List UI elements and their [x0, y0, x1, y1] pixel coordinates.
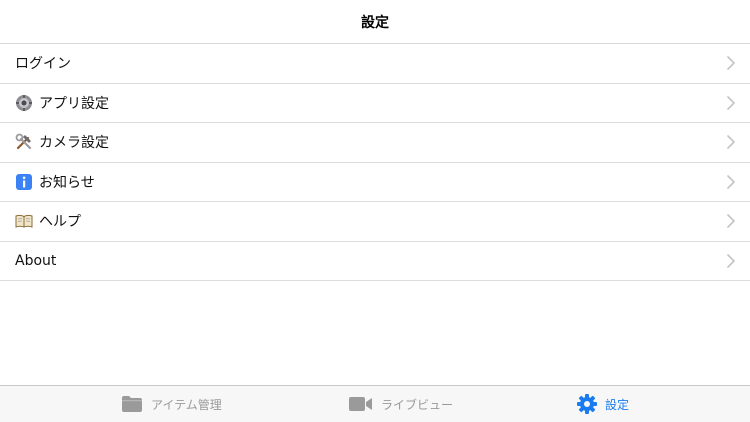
tab-label: 設定: [605, 397, 630, 412]
chevron-right-icon: [727, 214, 735, 229]
page-title: 設定: [361, 14, 389, 31]
gear-emoji-icon: [15, 94, 33, 112]
settings-list: ログイン アプリ設定 カメラ設定 お知らせ ヘルプ About: [0, 44, 750, 281]
settings-screen: 設定 ログイン アプリ設定 カメラ設定 お知らせ ヘルプ About アイテム管…: [0, 0, 750, 422]
settings-row-camera-settings[interactable]: カメラ設定: [0, 123, 750, 163]
gear-icon: [577, 394, 597, 414]
tab-settings[interactable]: 設定: [577, 386, 629, 422]
open-book-icon: [15, 212, 33, 230]
row-label: ログイン: [15, 56, 71, 73]
settings-row-help[interactable]: ヘルプ: [0, 202, 750, 242]
settings-row-notices[interactable]: お知らせ: [0, 163, 750, 202]
chevron-right-icon: [727, 95, 735, 110]
tab-label: アイテム管理: [151, 397, 222, 412]
settings-row-login[interactable]: ログイン: [0, 44, 750, 84]
chevron-right-icon: [727, 174, 735, 189]
row-label: カメラ設定: [39, 135, 109, 152]
video-camera-icon: [349, 397, 372, 411]
row-label: お知らせ: [39, 174, 95, 191]
hammer-wrench-icon: [15, 133, 33, 151]
chevron-right-icon: [727, 135, 735, 150]
tab-label: ライブビュー: [381, 397, 454, 412]
tab-item-management[interactable]: アイテム管理: [121, 386, 222, 422]
settings-row-about[interactable]: About: [0, 242, 750, 281]
row-label: About: [15, 252, 57, 269]
navigation-bar: 設定: [0, 0, 750, 44]
row-label: アプリ設定: [39, 95, 109, 112]
info-icon: [15, 173, 33, 191]
chevron-right-icon: [727, 253, 735, 268]
tab-live-view[interactable]: ライブビュー: [349, 386, 453, 422]
settings-row-app-settings[interactable]: アプリ設定: [0, 84, 750, 123]
chevron-right-icon: [727, 56, 735, 71]
folder-icon: [122, 396, 142, 412]
tab-bar: アイテム管理 ライブビュー 設定: [0, 385, 750, 422]
row-label: ヘルプ: [39, 214, 81, 231]
